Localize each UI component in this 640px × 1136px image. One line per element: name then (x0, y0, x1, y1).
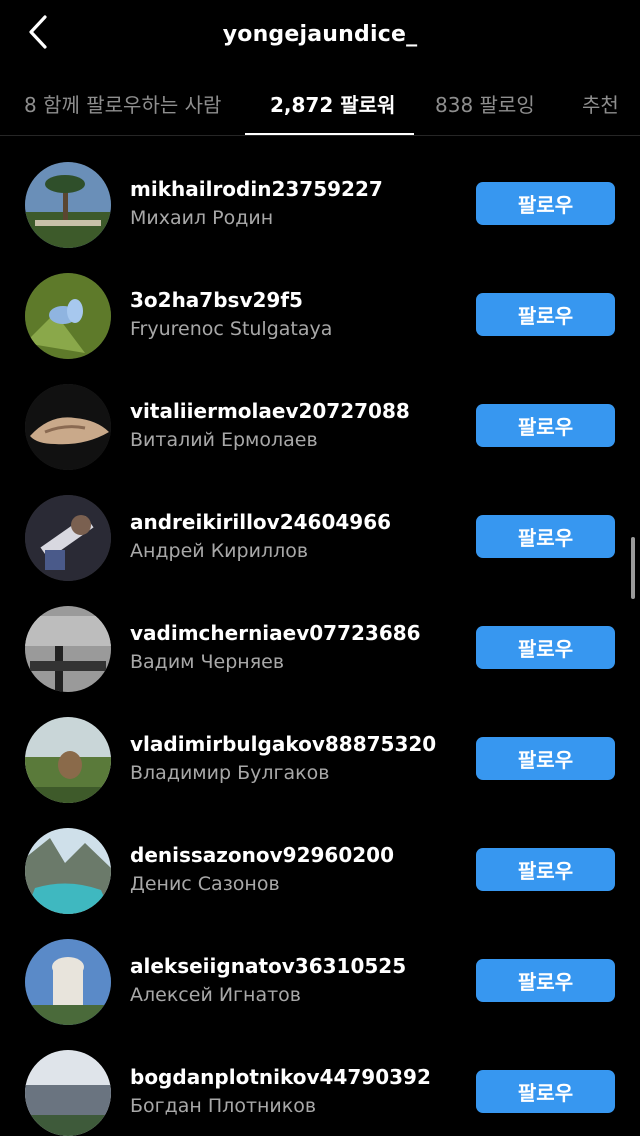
list-item[interactable]: denissazonov92960200 Денис Сазонов 팔로우 (0, 802, 640, 914)
username: vadimcherniaev07723686 (130, 621, 421, 645)
page-title: yongejaundice_ (222, 22, 418, 47)
avatar[interactable] (25, 828, 111, 914)
username: mikhailrodin23759227 (130, 177, 383, 201)
full-name: Богдан Плотников (130, 1095, 317, 1117)
follow-button[interactable]: 팔로우 (476, 404, 615, 447)
username: denissazonov92960200 (130, 843, 395, 867)
tab-suggested[interactable]: 추천 (582, 70, 619, 136)
full-name: Андрей Кириллов (130, 540, 309, 562)
list-item[interactable]: alekseiignatov36310525 Алексей Игнатов 팔… (0, 913, 640, 1025)
username: andreikirillov24604966 (130, 510, 392, 534)
avatar[interactable] (25, 495, 111, 581)
full-name: Денис Сазонов (130, 873, 280, 895)
avatar[interactable] (25, 162, 111, 248)
active-tab-indicator (245, 133, 414, 135)
follow-button[interactable]: 팔로우 (476, 515, 615, 558)
full-name: Fryurenoc Stulgataya (130, 318, 333, 340)
list-item[interactable]: andreikirillov24604966 Андрей Кириллов 팔… (0, 469, 640, 581)
list-item[interactable]: mikhailrodin23759227 Михаил Родин 팔로우 (0, 136, 640, 248)
follow-button[interactable]: 팔로우 (476, 1070, 615, 1113)
full-name: Виталий Ермолаев (130, 429, 318, 451)
username: vitaliiermolaev20727088 (130, 399, 410, 423)
follow-button[interactable]: 팔로우 (476, 293, 615, 336)
tab-mutual-followers[interactable]: 8 함께 팔로우하는 사람 (24, 70, 221, 136)
list-item[interactable]: vadimcherniaev07723686 Вадим Черняев 팔로우 (0, 580, 640, 692)
username: bogdanplotnikov44790392 (130, 1065, 431, 1089)
username: 3o2ha7bsv29f5 (130, 288, 303, 312)
full-name: Вадим Черняев (130, 651, 285, 673)
follow-button[interactable]: 팔로우 (476, 737, 615, 780)
list-item[interactable]: 3o2ha7bsv29f5 Fryurenoc Stulgataya 팔로우 (0, 247, 640, 359)
avatar[interactable] (25, 1050, 111, 1136)
full-name: Алексей Игнатов (130, 984, 301, 1006)
list-item[interactable]: vitaliiermolaev20727088 Виталий Ермолаев… (0, 358, 640, 470)
follow-button[interactable]: 팔로우 (476, 626, 615, 669)
avatar[interactable] (25, 384, 111, 470)
tab-followers[interactable]: 2,872 팔로워 (270, 70, 395, 136)
follow-button[interactable]: 팔로우 (476, 182, 615, 225)
avatar[interactable] (25, 273, 111, 359)
tab-bar: 8 함께 팔로우하는 사람 2,872 팔로워 838 팔로잉 추천 (0, 70, 640, 136)
avatar[interactable] (25, 939, 111, 1025)
top-bar: yongejaundice_ (0, 0, 640, 70)
scrollbar[interactable] (631, 537, 635, 599)
avatar[interactable] (25, 717, 111, 803)
follow-button[interactable]: 팔로우 (476, 848, 615, 891)
list-item[interactable]: bogdanplotnikov44790392 Богдан Плотников… (0, 1024, 640, 1136)
avatar[interactable] (25, 606, 111, 692)
tab-following[interactable]: 838 팔로잉 (435, 70, 535, 136)
list-item[interactable]: vladimirbulgakov88875320 Владимир Булгак… (0, 691, 640, 803)
full-name: Владимир Булгаков (130, 762, 330, 784)
followers-list: mikhailrodin23759227 Михаил Родин 팔로우 3o… (0, 136, 640, 1136)
username: vladimirbulgakov88875320 (130, 732, 437, 756)
full-name: Михаил Родин (130, 207, 274, 229)
username: alekseiignatov36310525 (130, 954, 407, 978)
follow-button[interactable]: 팔로우 (476, 959, 615, 1002)
